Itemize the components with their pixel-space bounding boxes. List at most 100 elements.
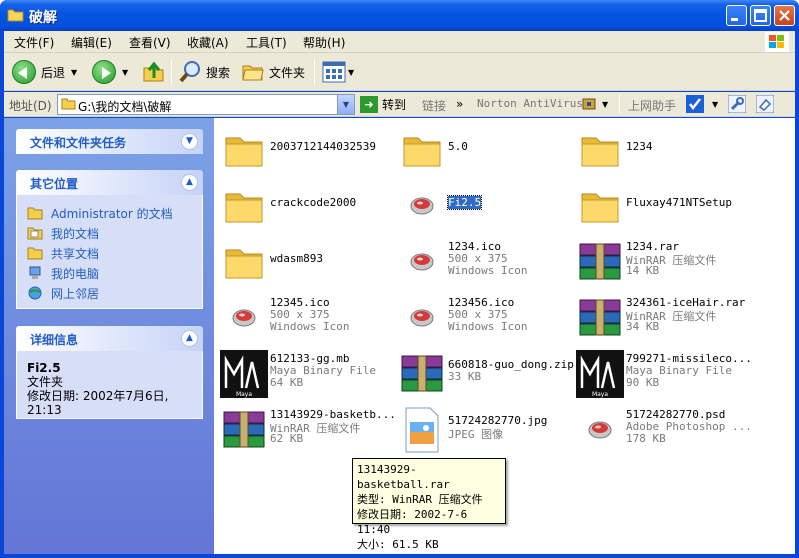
place-administrator-documents[interactable]: Administrator 的文档 bbox=[27, 203, 192, 223]
file-item[interactable]: 660818-guo_dong.zip 33 KB bbox=[392, 346, 574, 398]
tooltip-type: 类型: WinRAR 压缩文件 bbox=[357, 493, 483, 506]
go-button[interactable]: ➜ 转到 bbox=[360, 96, 406, 113]
search-label: 搜索 bbox=[206, 65, 231, 80]
address-path: G:\我的文档\破解 bbox=[78, 100, 172, 114]
menu-favorites[interactable]: 收藏(A) bbox=[187, 34, 229, 51]
file-name: 2003712144032539 bbox=[270, 140, 376, 153]
menu-help[interactable]: 帮助(H) bbox=[303, 34, 345, 51]
go-arrow-icon: ➜ bbox=[360, 96, 378, 113]
title-bar[interactable]: 破解 bbox=[0, 0, 799, 31]
shared-folder-icon bbox=[27, 247, 43, 260]
folder-icon bbox=[61, 98, 76, 110]
assistant-label[interactable]: 上网助手 bbox=[628, 97, 676, 114]
address-dropdown-button[interactable]: ▼ bbox=[337, 95, 354, 114]
file-item[interactable]: 123456.ico 500 x 375 Windows Icon bbox=[392, 290, 562, 342]
task-pane: 文件和文件夹任务 ▼ 其它位置 ▲ Administrator 的文档 我的文档 bbox=[4, 118, 214, 554]
file-meta: 178 KB bbox=[626, 432, 666, 445]
explorer-window: 破解 文件(F) 编辑(E) 查看(V) 收藏(A) 工具(T) 帮助(H) 后… bbox=[0, 0, 799, 558]
back-dropdown-icon[interactable]: ▼ bbox=[71, 68, 77, 77]
file-item[interactable]: 1234.ico 500 x 375 Windows Icon bbox=[392, 234, 562, 286]
file-item[interactable]: Maya 612133-gg.mb Maya Binary File 64 KB bbox=[214, 346, 384, 398]
file-info-tooltip: 13143929-basketball.rar 类型: WinRAR 压缩文件 … bbox=[352, 458, 506, 551]
menu-view[interactable]: 查看(V) bbox=[129, 34, 171, 51]
back-button[interactable]: 后退 ▼ bbox=[12, 59, 77, 85]
standard-toolbar: 后退 ▼ ▼ 搜索 文件夹 ▼ bbox=[4, 53, 795, 91]
file-meta: 90 KB bbox=[626, 376, 660, 389]
file-meta: JPEG 图像 bbox=[448, 428, 504, 441]
other-places-header[interactable]: 其它位置 ▲ bbox=[16, 170, 203, 195]
details-header[interactable]: 详细信息 ▲ bbox=[16, 326, 203, 351]
file-tasks-header[interactable]: 文件和文件夹任务 ▼ bbox=[16, 129, 203, 154]
folder-icon bbox=[398, 126, 446, 174]
place-shared-documents[interactable]: 共享文档 bbox=[27, 243, 192, 263]
details-item-name: Fi2.5 bbox=[27, 361, 61, 375]
norton-antivirus-button[interactable]: Norton AntiVirus bbox=[477, 97, 583, 110]
place-network[interactable]: 网上邻居 bbox=[27, 283, 192, 303]
eraser-icon[interactable] bbox=[755, 94, 775, 116]
file-item[interactable]: crackcode2000 bbox=[214, 178, 384, 230]
jpg-icon bbox=[398, 406, 446, 454]
place-my-documents[interactable]: 我的文档 bbox=[27, 223, 192, 243]
ico-icon bbox=[398, 238, 446, 286]
collapse-chevron-icon[interactable]: ▲ bbox=[181, 174, 198, 191]
menu-file[interactable]: 文件(F) bbox=[14, 34, 54, 51]
file-item[interactable]: 1234 bbox=[570, 122, 740, 174]
file-item[interactable]: Fi2.5 bbox=[392, 178, 562, 230]
file-item[interactable]: 51724282770.psd Adobe Photoshop ... 178 KB bbox=[570, 402, 752, 454]
search-button[interactable]: 搜索 bbox=[178, 59, 230, 85]
file-item[interactable]: Maya 799271-missileco... Maya Binary File 9… bbox=[570, 346, 752, 398]
file-item[interactable]: Fluxay471NTSetup bbox=[570, 178, 740, 230]
file-item[interactable]: 12345.ico 500 x 375 Windows Icon bbox=[214, 290, 384, 342]
folder-icon bbox=[220, 238, 268, 286]
file-item[interactable]: 1234.rar WinRAR 压缩文件 14 KB bbox=[570, 234, 740, 286]
file-item[interactable]: 324361-iceHair.rar WinRAR 压缩文件 34 KB bbox=[570, 290, 745, 342]
minimize-button[interactable] bbox=[726, 5, 747, 26]
maximize-button[interactable] bbox=[750, 5, 771, 26]
maya-icon: Maya bbox=[220, 350, 268, 398]
views-button[interactable]: ▼ bbox=[322, 59, 354, 85]
details-body: Fi2.5 文件夹 修改日期: 2002年7月6日, 21:13 bbox=[16, 351, 203, 419]
forward-arrow-icon bbox=[92, 60, 116, 84]
file-item[interactable]: 2003712144032539 bbox=[214, 122, 384, 174]
address-input[interactable]: G:\我的文档\破解 ▼ bbox=[57, 94, 355, 115]
address-separator bbox=[619, 94, 620, 114]
file-meta: Windows Icon bbox=[448, 264, 528, 277]
place-my-computer[interactable]: 我的电脑 bbox=[27, 263, 192, 283]
folders-button[interactable]: 文件夹 bbox=[241, 59, 305, 85]
links-label[interactable]: 链接 bbox=[422, 97, 446, 114]
file-item[interactable]: 13143929-basketb... WinRAR 压缩文件 62 KB bbox=[214, 402, 396, 454]
file-meta: 64 KB bbox=[270, 376, 304, 389]
rar-icon bbox=[576, 238, 624, 286]
toolbar-separator bbox=[314, 59, 315, 85]
maya-icon: Maya bbox=[576, 350, 624, 398]
folder-icon bbox=[220, 182, 268, 230]
up-folder-button[interactable] bbox=[142, 59, 166, 85]
toolbar-separator bbox=[171, 59, 172, 85]
file-item[interactable]: 51724282770.jpg JPEG 图像 bbox=[392, 402, 562, 454]
file-item[interactable]: 5.0 bbox=[392, 122, 562, 174]
ico-icon bbox=[220, 294, 268, 342]
windows-logo-icon bbox=[765, 32, 789, 52]
documents-folder-icon bbox=[27, 227, 43, 240]
menu-edit[interactable]: 编辑(E) bbox=[71, 34, 112, 51]
close-button[interactable] bbox=[774, 5, 795, 26]
links-chevron-icon[interactable]: » bbox=[456, 97, 463, 111]
file-meta: Windows Icon bbox=[448, 320, 528, 333]
collapse-chevron-icon[interactable]: ▲ bbox=[181, 330, 198, 347]
wrench-icon[interactable] bbox=[727, 94, 747, 116]
address-bar: 地址(D) G:\我的文档\破解 ▼ ➜ 转到 链接 » Norton Anti… bbox=[4, 92, 795, 117]
norton-icon[interactable] bbox=[582, 97, 596, 114]
norton-dropdown-icon[interactable]: ▼ bbox=[602, 100, 608, 109]
menu-bar: 文件(F) 编辑(E) 查看(V) 收藏(A) 工具(T) 帮助(H) bbox=[4, 31, 795, 53]
assistant-dropdown-icon[interactable]: ▼ bbox=[712, 100, 718, 109]
file-tasks-title: 文件和文件夹任务 bbox=[30, 136, 127, 150]
assistant-check-icon[interactable] bbox=[686, 95, 704, 116]
file-item[interactable]: wdasm893 bbox=[214, 234, 384, 286]
forward-dropdown-icon[interactable]: ▼ bbox=[122, 68, 128, 77]
expand-chevron-icon[interactable]: ▼ bbox=[181, 133, 198, 150]
forward-button[interactable]: ▼ bbox=[92, 59, 128, 85]
computer-icon bbox=[29, 266, 41, 279]
views-dropdown-icon[interactable]: ▼ bbox=[348, 68, 354, 77]
menu-tools[interactable]: 工具(T) bbox=[246, 34, 287, 51]
minimize-icon bbox=[731, 18, 738, 21]
